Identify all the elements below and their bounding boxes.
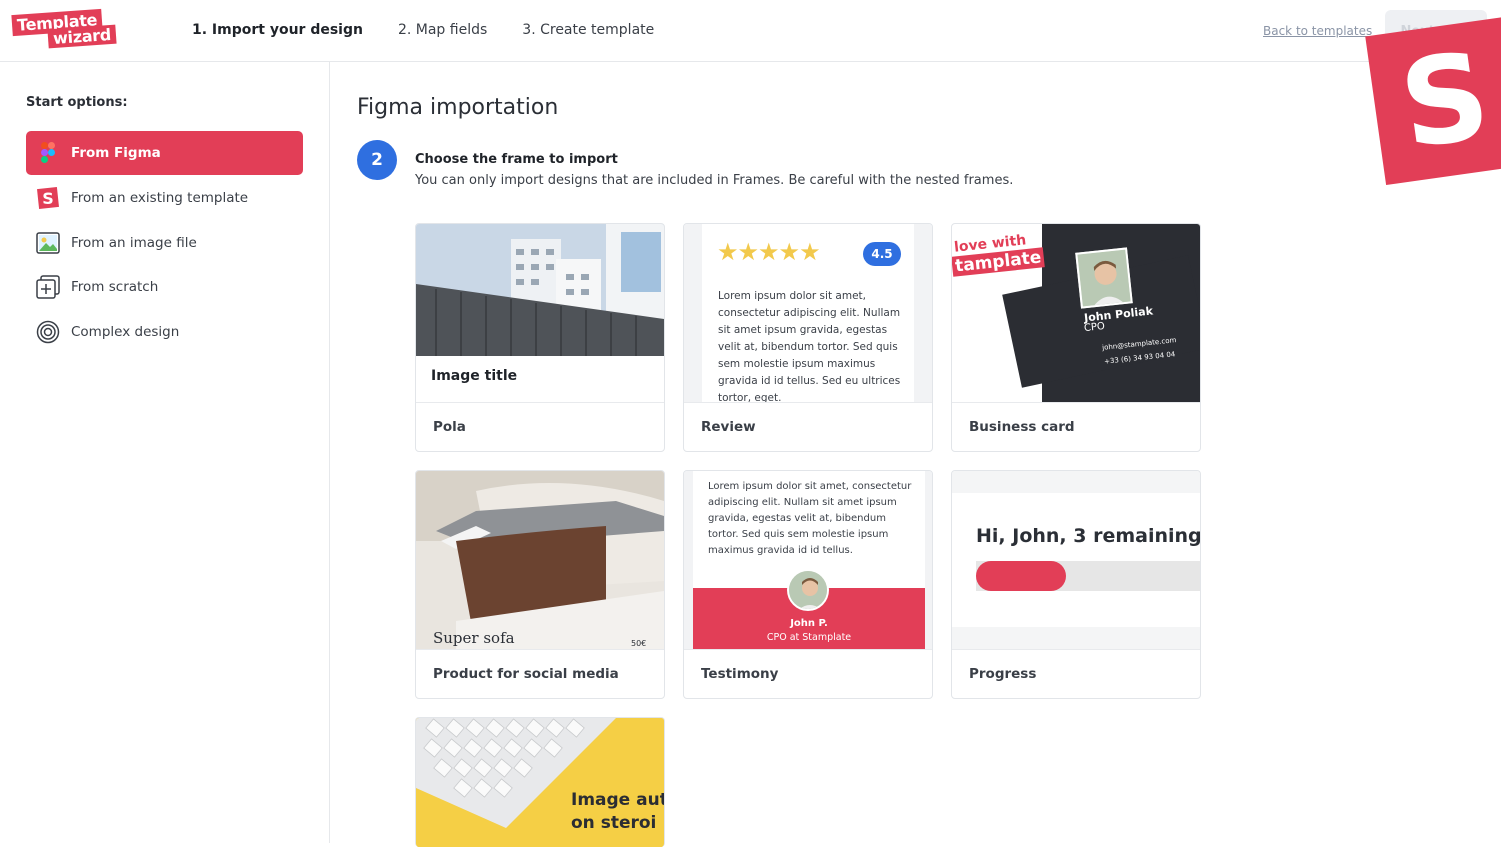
sidebar-item-image-file[interactable]: From an image file: [26, 221, 303, 265]
step-number-badge: 2: [357, 140, 397, 180]
card-label: Progress: [969, 666, 1037, 682]
frame-card-pola[interactable]: Image title Pola: [415, 223, 665, 452]
business-card-preview: love with tamplate John Poliak CPO john@…: [952, 224, 1200, 402]
image-auto-line1: Image aut: [571, 790, 664, 810]
card-divider: [684, 649, 932, 650]
sidebar-item-label: From an image file: [71, 235, 197, 251]
frame-card-product-social[interactable]: Super sofa 50€ Product for social media: [415, 470, 665, 699]
step-title: Choose the frame to import: [415, 152, 618, 167]
card-divider: [416, 649, 664, 650]
card-label: Pola: [433, 419, 466, 435]
card-divider: [684, 402, 932, 403]
testimony-name: John P.: [790, 618, 828, 629]
frame-card-image-auto[interactable]: Image aut on steroi: [415, 717, 665, 847]
rating-badge: 4.5: [863, 242, 901, 266]
stamplate-icon: S: [35, 185, 61, 211]
pola-caption: Image title: [431, 368, 518, 384]
svg-text:S: S: [42, 189, 54, 208]
template-wizard-logo[interactable]: Template wizard: [11, 8, 122, 50]
sidebar-item-label: From Figma: [71, 145, 161, 161]
image-icon: [35, 230, 61, 256]
card-divider: [952, 402, 1200, 403]
page-title: Figma importation: [357, 95, 559, 120]
avatar: [787, 569, 829, 611]
testimony-preview: Lorem ipsum dolor sit amet, consectetur …: [684, 471, 932, 649]
sidebar: Start options: From Figma S From an exis…: [0, 62, 330, 843]
progress-preview: Hi, John, 3 remaining: [952, 471, 1200, 649]
frame-card-business-card[interactable]: love with tamplate John Poliak CPO john@…: [951, 223, 1201, 452]
pola-preview: Image title: [416, 224, 664, 402]
image-auto-preview: Image aut on steroi: [416, 718, 664, 847]
figma-icon: [35, 140, 61, 166]
review-preview: ★★★★★ 4.5 Lorem ipsum dolor sit amet, co…: [684, 224, 932, 402]
card-label: Testimony: [701, 666, 779, 682]
sidebar-item-label: Complex design: [71, 324, 180, 340]
stamplate-brand-badge: S: [1365, 16, 1501, 186]
wizard-steps: 1. Import your design 2. Map fields 3. C…: [192, 22, 654, 38]
card-label: Review: [701, 419, 756, 435]
spiral-icon: [35, 319, 61, 345]
avatar: [1075, 247, 1133, 309]
step-map-fields[interactable]: 2. Map fields: [398, 22, 487, 38]
back-to-templates-link[interactable]: Back to templates: [1263, 24, 1372, 38]
product-price: 50€: [631, 639, 647, 648]
frame-card-testimony[interactable]: Lorem ipsum dolor sit amet, consectetur …: [683, 470, 933, 699]
star-rating: ★★★★★: [717, 238, 821, 266]
sidebar-item-label: From an existing template: [71, 190, 249, 206]
review-text: Lorem ipsum dolor sit amet, consectetur …: [718, 290, 901, 402]
step-import[interactable]: 1. Import your design: [192, 22, 363, 38]
top-header: Template wizard 1. Import your design 2.…: [0, 0, 1501, 62]
image-auto-line2: on steroi: [571, 813, 657, 833]
sidebar-item-from-scratch[interactable]: From scratch: [26, 265, 303, 309]
frame-card-progress[interactable]: Hi, John, 3 remaining Progress: [951, 470, 1201, 699]
business-role: CPO: [1083, 320, 1106, 335]
step-subtitle: You can only import designs that are inc…: [415, 173, 1014, 188]
progress-fill: [976, 561, 1066, 591]
logo-line2: wizard: [47, 24, 117, 49]
frame-card-review[interactable]: ★★★★★ 4.5 Lorem ipsum dolor sit amet, co…: [683, 223, 933, 452]
sidebar-item-from-figma[interactable]: From Figma: [26, 131, 303, 175]
card-label: Product for social media: [433, 666, 619, 682]
product-title: Super sofa: [433, 629, 515, 647]
card-divider: [416, 402, 664, 403]
card-divider: [952, 649, 1200, 650]
start-options-title: Start options:: [26, 95, 128, 110]
product-preview: Super sofa 50€: [416, 471, 664, 649]
card-label: Business card: [969, 419, 1075, 435]
sidebar-item-existing-template[interactable]: S From an existing template: [26, 176, 303, 220]
sidebar-item-label: From scratch: [71, 279, 159, 295]
progress-track: [976, 561, 1200, 591]
step-create-template[interactable]: 3. Create template: [522, 22, 654, 38]
add-square-icon: [35, 274, 61, 300]
testimony-role: CPO at Stamplate: [766, 632, 852, 643]
sidebar-item-complex-design[interactable]: Complex design: [26, 310, 303, 354]
progress-headline: Hi, John, 3 remaining: [976, 525, 1200, 547]
testimony-text: Lorem ipsum dolor sit amet, consectetur …: [708, 481, 912, 556]
